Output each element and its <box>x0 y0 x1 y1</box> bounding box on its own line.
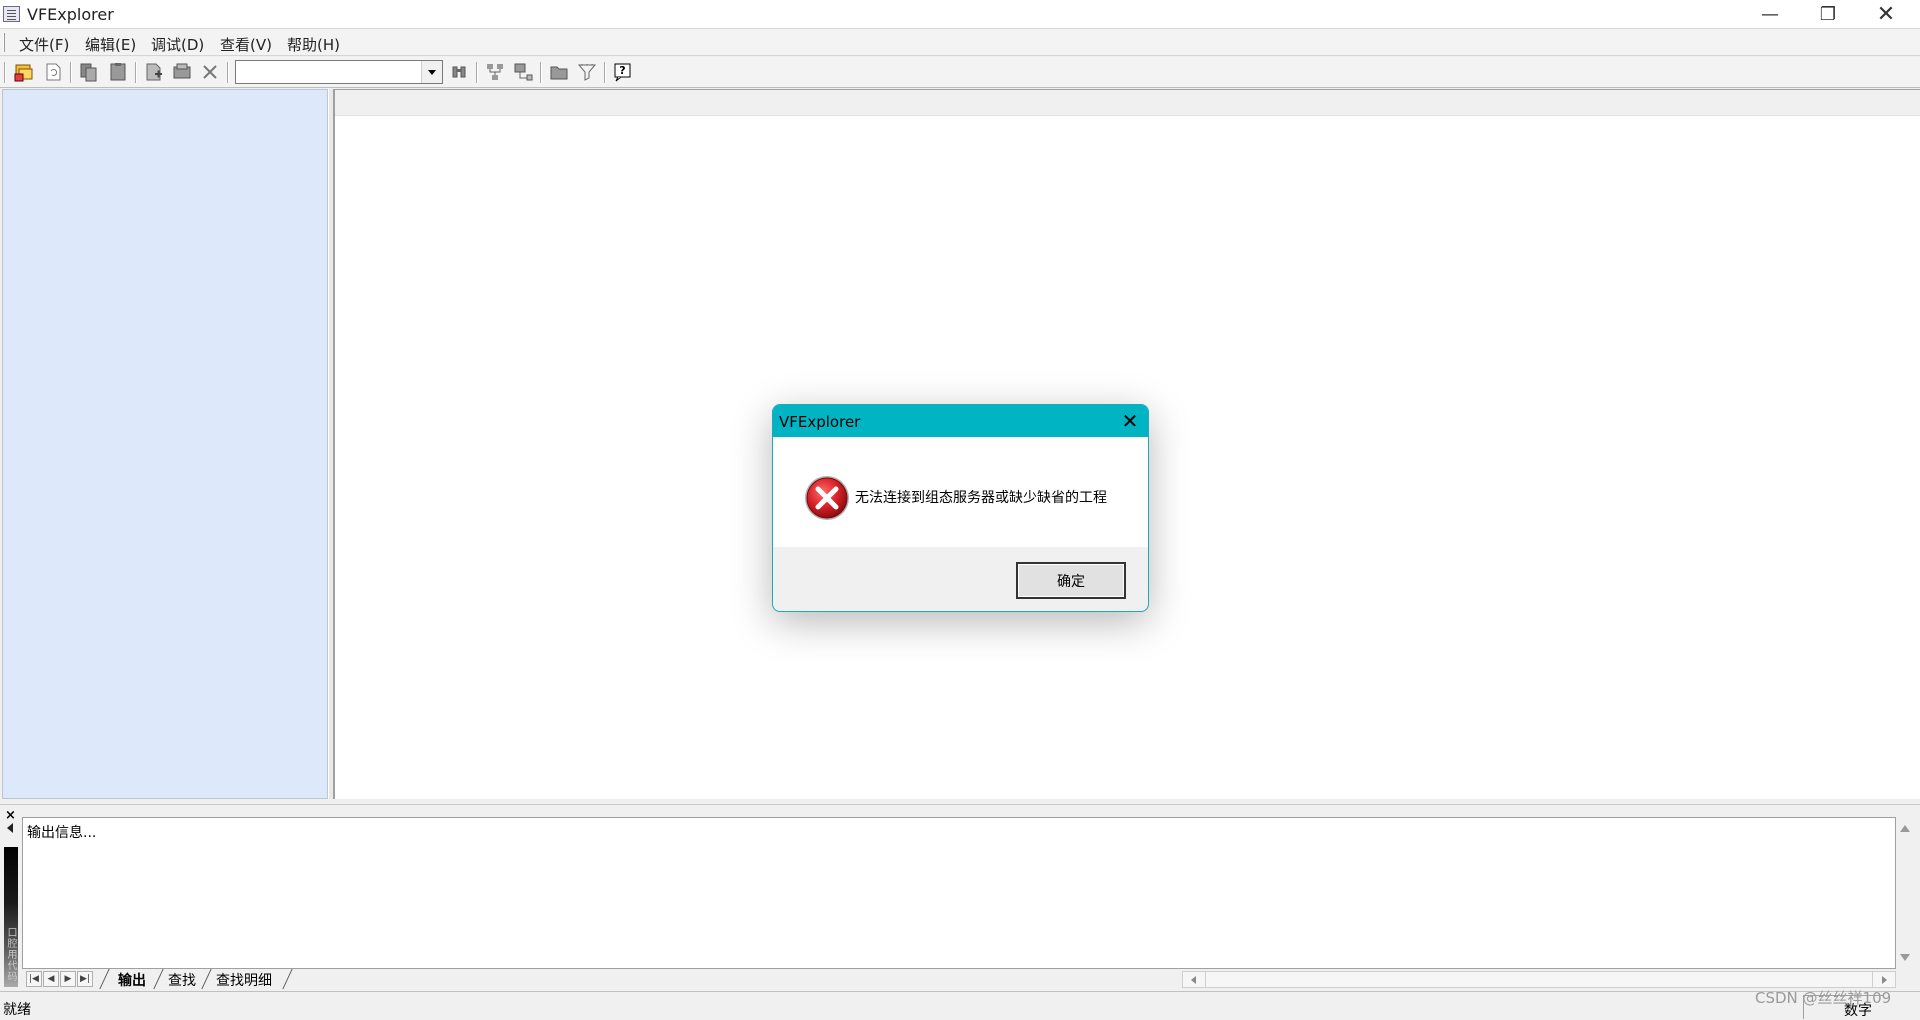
menu-bar: 文件(F) 编辑(E) 调试(D) 查看(V) 帮助(H) <box>0 30 1920 56</box>
tab-divider <box>99 969 110 989</box>
scroll-right-icon[interactable] <box>1872 972 1895 987</box>
refresh-doc-icon[interactable] <box>42 61 64 83</box>
window-title: VFExplorer <box>27 5 114 24</box>
menu-view[interactable]: 查看(V) <box>220 34 272 55</box>
toolbar-separator <box>540 62 542 83</box>
error-dialog: VFExplorer ✕ 无法连接到组态服务器或缺少缺省的工程 确定 <box>772 404 1149 612</box>
menu-file[interactable]: 文件(F) <box>19 34 69 55</box>
restore-button[interactable]: ❐ <box>1799 0 1857 29</box>
output-horizontal-scrollbar[interactable] <box>1182 971 1896 988</box>
properties-icon[interactable] <box>171 61 193 83</box>
tab-next-icon[interactable]: ▶ <box>60 971 76 987</box>
output-tab-strip: |◀ ◀ ▶ ▶| 输出 查找 查找明细 <box>22 968 1896 990</box>
tab-last-icon[interactable]: ▶| <box>77 971 93 987</box>
output-pin-icon[interactable] <box>7 823 13 833</box>
status-text: 就绪 <box>3 1002 31 1018</box>
output-message: 输出信息... <box>27 825 97 841</box>
menu-help[interactable]: 帮助(H) <box>287 34 340 55</box>
project-tree-pane[interactable] <box>2 89 328 799</box>
output-vertical-scrollbar[interactable] <box>1896 817 1914 969</box>
dialog-close-icon[interactable]: ✕ <box>1118 409 1142 433</box>
menu-grip <box>3 33 5 52</box>
error-icon <box>803 474 851 522</box>
toolbar-separator <box>70 62 72 83</box>
toolbar-separator <box>135 62 137 83</box>
delete-icon[interactable] <box>199 61 221 83</box>
toolbar-separator <box>476 62 478 83</box>
combo-dropdown-button[interactable] <box>421 61 442 83</box>
menu-edit[interactable]: 编辑(E) <box>85 34 136 55</box>
toolbar-grip <box>4 62 6 83</box>
scroll-up-icon[interactable] <box>1900 825 1910 832</box>
toolbar-separator <box>227 62 229 83</box>
copy-icon[interactable] <box>78 61 100 83</box>
tab-find-details[interactable]: 查找明细 <box>216 970 272 990</box>
watermark: CSDN @丝丝祥109 <box>1755 989 1892 1007</box>
output-pane: × 口腔用代码 输出信息... |◀ ◀ ▶ ▶| 输出 查找 查找明细 <box>0 804 1920 990</box>
dialog-message: 无法连接到组态服务器或缺少缺省的工程 <box>855 490 1107 506</box>
device-tree-icon[interactable] <box>512 61 534 83</box>
help-icon[interactable]: ? <box>612 61 634 83</box>
tab-divider <box>153 969 164 989</box>
close-button[interactable]: ✕ <box>1857 0 1915 29</box>
paste-icon[interactable] <box>107 61 129 83</box>
output-close-icon[interactable]: × <box>5 808 16 823</box>
toolbar: ? <box>0 57 1920 88</box>
svg-text:?: ? <box>619 64 625 77</box>
dialog-titlebar: VFExplorer ✕ <box>773 405 1148 437</box>
open-project-icon[interactable] <box>13 61 35 83</box>
ok-button[interactable]: 确定 <box>1016 562 1126 599</box>
network-icon[interactable] <box>484 61 506 83</box>
dialog-body: 无法连接到组态服务器或缺少缺省的工程 <box>773 437 1148 547</box>
minimize-button[interactable]: — <box>1741 0 1799 29</box>
app-icon <box>3 6 20 22</box>
project-combo-input[interactable] <box>238 62 418 82</box>
tab-first-icon[interactable]: |◀ <box>26 971 42 987</box>
output-text-area[interactable]: 输出信息... <box>22 817 1896 969</box>
tab-divider <box>201 969 212 989</box>
menu-debug[interactable]: 调试(D) <box>151 34 204 55</box>
tab-prev-icon[interactable]: ◀ <box>43 971 59 987</box>
status-bar: 就绪 数字 <box>0 991 1920 1019</box>
filter-icon[interactable] <box>576 61 598 83</box>
find-binoculars-icon[interactable] <box>448 61 470 83</box>
scroll-down-icon[interactable] <box>1900 954 1910 961</box>
main-view-header <box>335 90 1920 116</box>
tab-output[interactable]: 输出 <box>118 970 146 990</box>
window-titlebar: VFExplorer — ❐ ✕ <box>0 0 1920 29</box>
toolbar-separator <box>604 62 606 83</box>
dialog-title: VFExplorer <box>779 413 861 431</box>
new-item-icon[interactable] <box>143 61 165 83</box>
project-combo[interactable] <box>235 60 443 84</box>
tab-divider <box>282 969 293 989</box>
tab-find[interactable]: 查找 <box>168 970 196 990</box>
output-grip-label: 口腔用代码 <box>5 927 16 982</box>
folder-icon[interactable] <box>548 61 570 83</box>
scroll-left-icon[interactable] <box>1183 972 1206 987</box>
